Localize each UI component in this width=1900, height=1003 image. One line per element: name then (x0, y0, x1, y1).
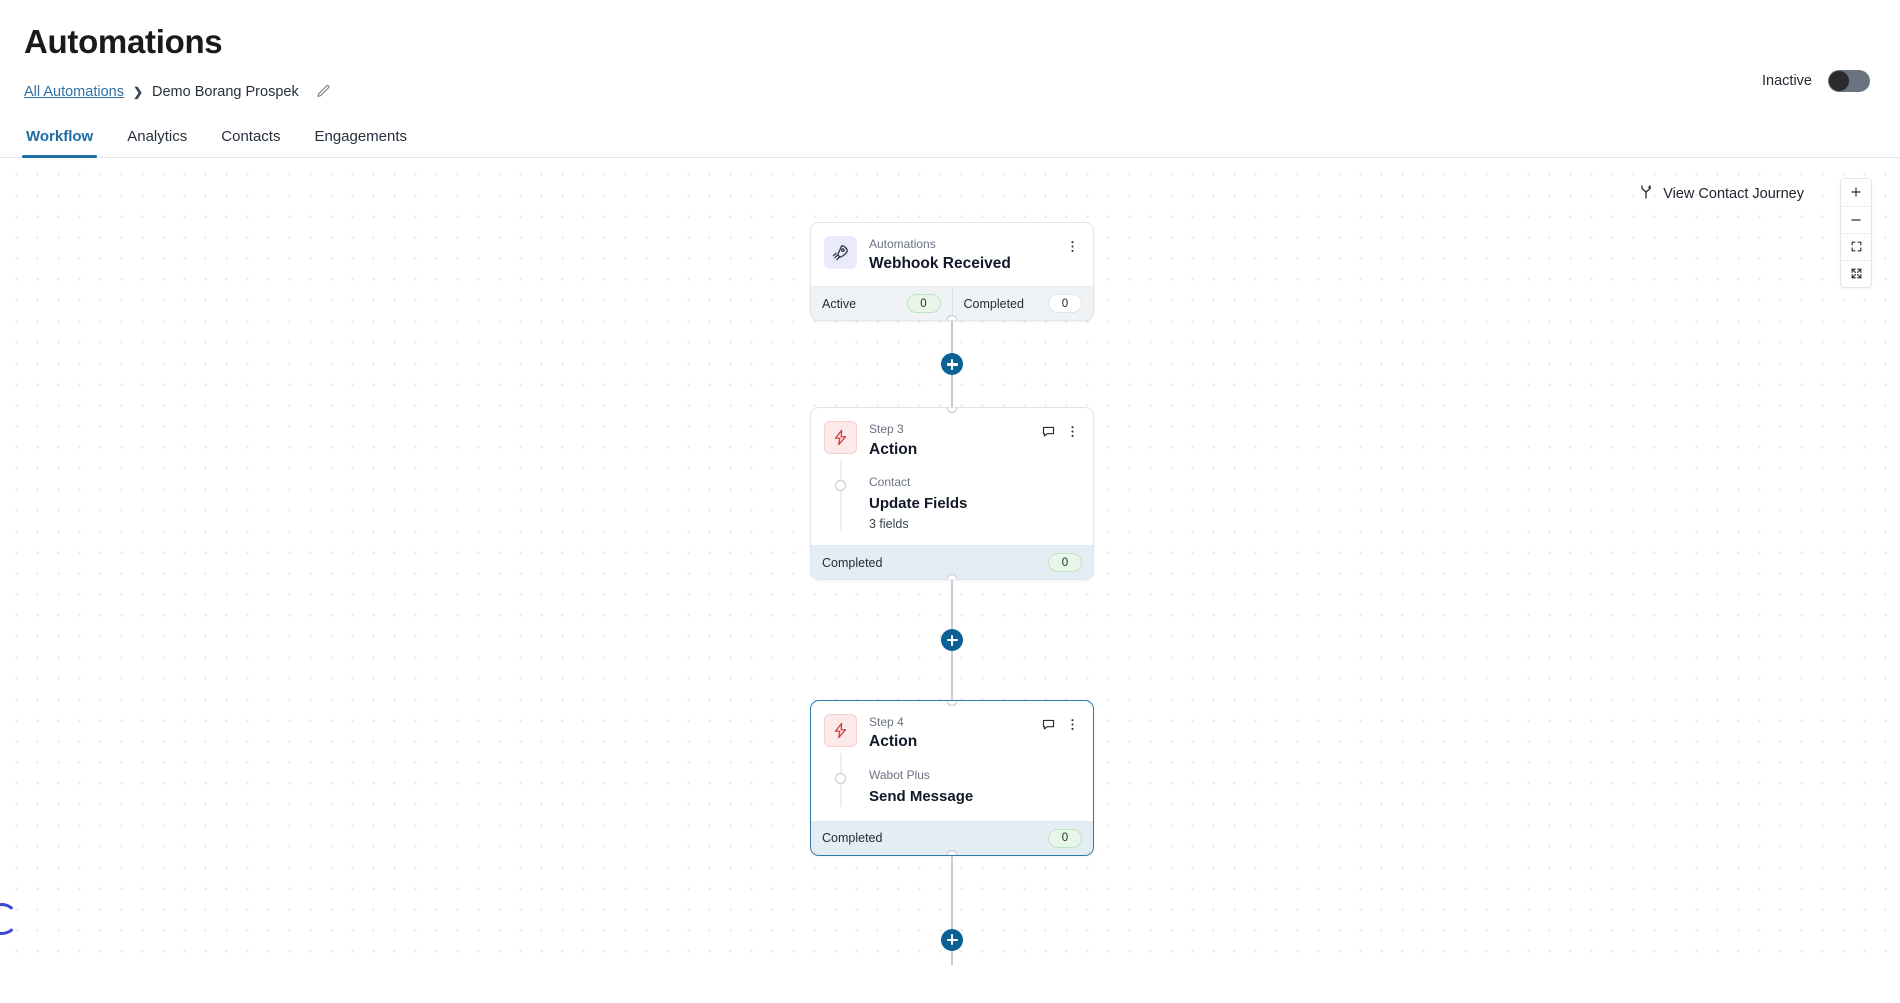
stat-active-label: Active (822, 296, 857, 311)
node-header-actions (1041, 714, 1080, 732)
node-header-actions (1065, 236, 1080, 254)
rocket-icon (824, 235, 857, 269)
kebab-menu-icon[interactable] (1065, 424, 1080, 439)
breadcrumb: All Automations ❯ Demo Borang Prospek (24, 84, 1876, 100)
connector-1 (810, 321, 1094, 408)
tab-analytics[interactable]: Analytics (125, 128, 189, 157)
node-body: Contact Update Fields 3 fields (811, 472, 1093, 545)
stat-completed-label: Completed (822, 831, 883, 846)
tab-engagements[interactable]: Engagements (312, 128, 409, 157)
lightning-bolt-icon (824, 421, 857, 455)
breadcrumb-all-automations-link[interactable]: All Automations (24, 84, 124, 100)
view-contact-journey-button[interactable]: View Contact Journey (1638, 184, 1804, 204)
pencil-icon[interactable] (316, 84, 331, 99)
node-kicker: Automations (869, 236, 936, 251)
workflow-flow: Automations Webhook Received Active 0 Co… (810, 158, 1094, 965)
node-title: Action (869, 733, 918, 751)
rail-dot-icon (835, 480, 846, 492)
workflow-node-step4[interactable]: Step 4 Action Wabot Plus Send Message Co… (810, 700, 1094, 856)
node-header-text: Automations Webhook Received (869, 236, 1053, 275)
view-contact-journey-label: View Contact Journey (1663, 185, 1804, 202)
node-header: Step 4 Action (811, 701, 1093, 765)
stat-completed-label: Completed (963, 296, 1024, 311)
toggle-knob (1829, 71, 1849, 91)
node-body-text: Contact Update Fields 3 fields (869, 474, 1080, 531)
tab-bar: Workflow Analytics Contacts Engagements (0, 128, 1900, 158)
page-header: Automations All Automations ❯ Demo Boran… (0, 0, 1900, 100)
connector-3 (810, 855, 1094, 965)
loading-spinner (0, 902, 18, 935)
node-body-title: Send Message (869, 787, 974, 805)
node-body-rail (824, 474, 857, 531)
node-header-text: Step 4 Action (869, 714, 1029, 753)
branch-journey-icon (1638, 184, 1654, 204)
stat-completed-label: Completed (822, 555, 883, 570)
stat-completed-value: 0 (1048, 553, 1082, 573)
node-body-row: Contact Update Fields 3 fields (824, 474, 1080, 531)
zoom-in-button[interactable] (1841, 178, 1871, 206)
lightning-bolt-icon (824, 714, 857, 748)
node-header-actions (1041, 421, 1080, 439)
add-step-button-3[interactable] (941, 928, 963, 951)
node-kicker: Step 3 (869, 422, 904, 437)
fit-view-button[interactable] (1841, 232, 1871, 260)
tab-workflow[interactable]: Workflow (21, 128, 98, 158)
node-body-kicker: Contact (869, 475, 911, 490)
connector-2 (810, 580, 1094, 701)
zoom-controls (1840, 177, 1872, 288)
node-body-title: Update Fields (869, 495, 968, 513)
stat-completed-value: 0 (1048, 828, 1082, 848)
add-step-button-2[interactable] (941, 629, 963, 652)
automation-active-toggle[interactable] (1828, 70, 1870, 92)
workflow-node-trigger[interactable]: Automations Webhook Received Active 0 Co… (810, 221, 1094, 322)
node-body-subtitle: 3 fields (869, 517, 909, 532)
comment-bubble-icon[interactable] (1041, 424, 1056, 439)
stat-completed: Completed 0 (951, 287, 1094, 321)
rail-dot-icon (835, 773, 846, 785)
node-header: Step 3 Action (811, 408, 1093, 472)
tab-contacts[interactable]: Contacts (219, 128, 282, 157)
node-title: Action (869, 440, 918, 458)
breadcrumb-current-automation: Demo Borang Prospek (152, 83, 299, 100)
status-label: Inactive (1762, 73, 1812, 89)
stat-active-value: 0 (906, 294, 941, 314)
stat-completed-value: 0 (1048, 294, 1082, 314)
add-step-button-1[interactable] (941, 353, 963, 376)
node-body-kicker: Wabot Plus (869, 768, 930, 783)
node-body-row: Wabot Plus Send Message (824, 767, 1080, 807)
node-kicker: Step 4 (869, 715, 904, 730)
workflow-node-step3[interactable]: Step 3 Action Contact Update Fields 3 fi… (810, 407, 1094, 581)
node-header-text: Step 3 Action (869, 421, 1029, 460)
node-title: Webhook Received (869, 254, 1011, 272)
node-header: Automations Webhook Received (811, 223, 1093, 287)
page-title: Automations (24, 23, 223, 60)
node-body-text: Wabot Plus Send Message (869, 767, 1080, 807)
node-body-rail (824, 767, 857, 807)
fullscreen-button[interactable] (1841, 259, 1871, 287)
stat-active: Active 0 (811, 287, 952, 320)
comment-bubble-icon[interactable] (1041, 717, 1056, 732)
node-body: Wabot Plus Send Message (811, 765, 1093, 821)
chevron-right-icon: ❯ (132, 84, 144, 99)
automation-status-control: Inactive (1762, 70, 1870, 92)
workflow-canvas[interactable]: View Contact Journey Automations Webhook… (0, 157, 1900, 965)
zoom-out-button[interactable] (1841, 205, 1871, 233)
kebab-menu-icon[interactable] (1065, 717, 1080, 732)
kebab-menu-icon[interactable] (1065, 239, 1080, 254)
